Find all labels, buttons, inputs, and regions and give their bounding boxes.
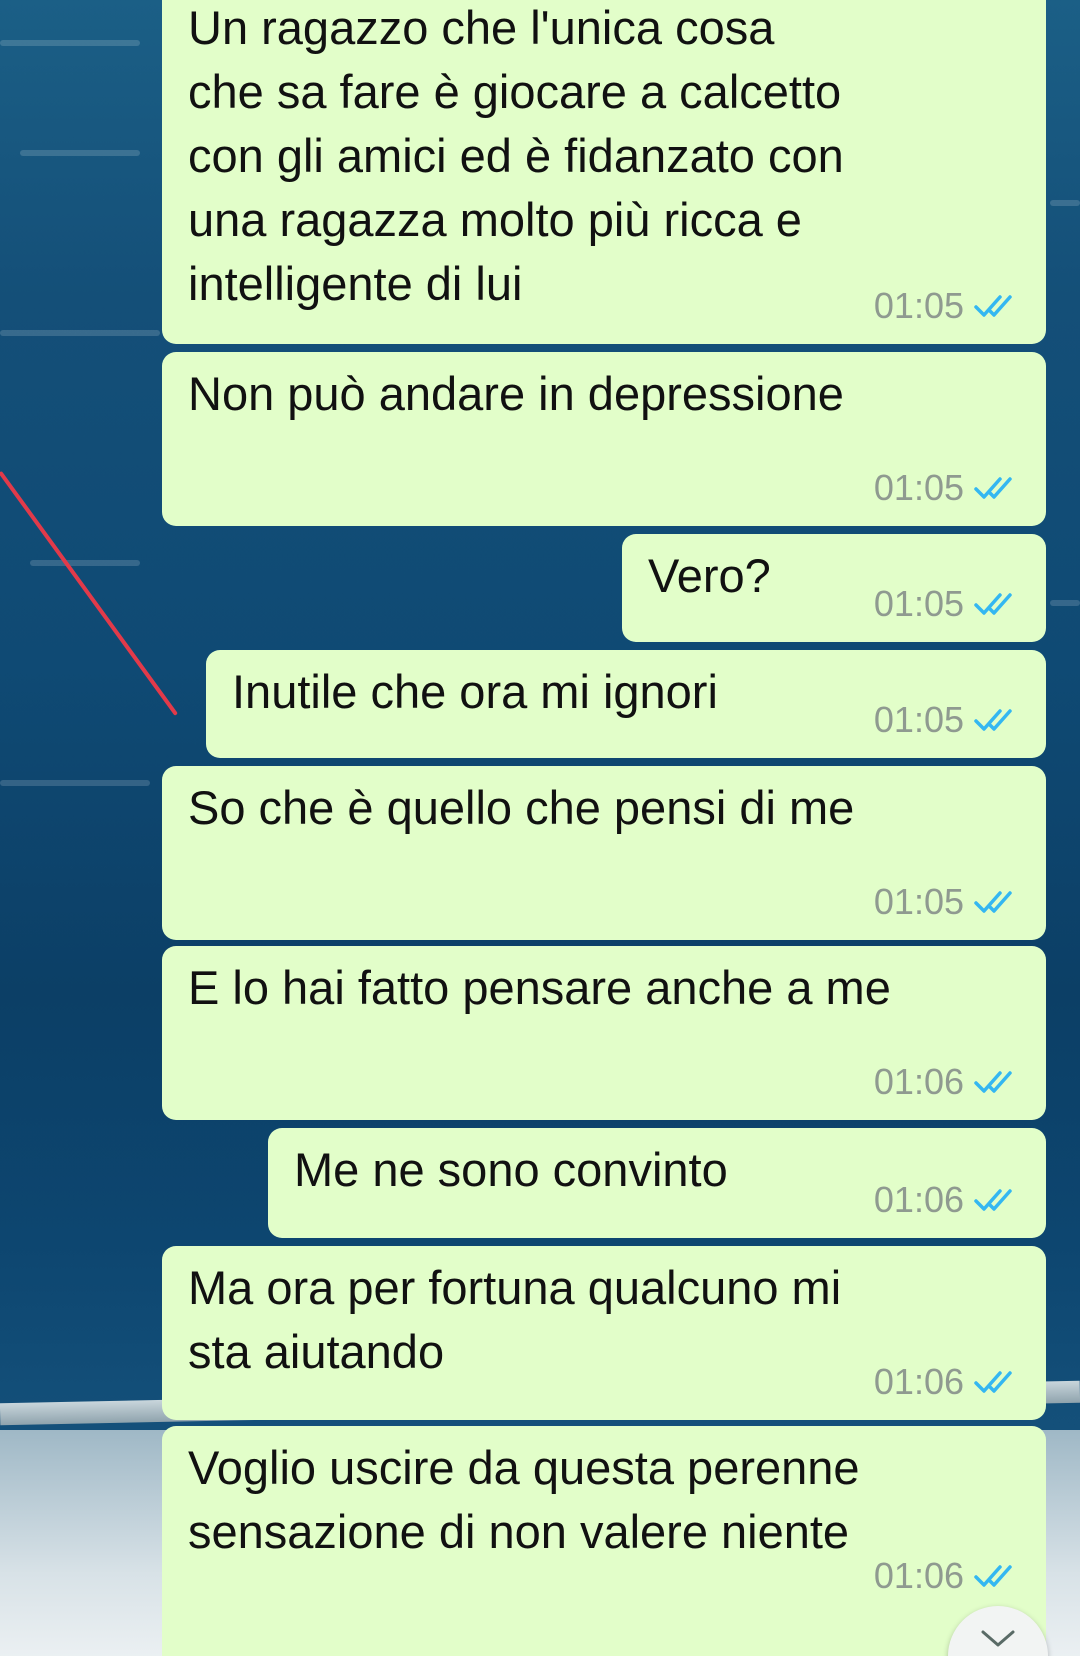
outgoing-message[interactable]: Inutile che ora mi ignori 01:05	[206, 650, 1046, 758]
message-text: So che è quello che pensi di me	[188, 781, 855, 834]
chevron-down-icon	[981, 1630, 1015, 1647]
message-list[interactable]: Un ragazzo che l'unica cosa che sa fare …	[0, 0, 1080, 1656]
outgoing-message[interactable]: Non può andare in depressione 01:05	[162, 352, 1046, 526]
message-meta: 01:05	[874, 700, 1024, 740]
message-time: 01:06	[873, 1179, 964, 1220]
message-meta: 01:05	[874, 882, 1024, 922]
message-text: Un ragazzo che l'unica cosa che sa fare …	[188, 1, 844, 310]
message-meta: 01:05	[874, 286, 1024, 326]
double-check-icon	[974, 709, 1012, 731]
message-text: E lo hai fatto pensare anche a me	[188, 961, 891, 1014]
double-check-icon	[974, 295, 1012, 317]
double-check-icon	[974, 891, 1012, 913]
message-time: 01:06	[873, 1061, 964, 1102]
double-check-icon	[974, 1565, 1012, 1587]
double-check-icon	[974, 477, 1012, 499]
message-text: Non può andare in depressione	[188, 367, 844, 420]
outgoing-message[interactable]: E lo hai fatto pensare anche a me 01:06	[162, 946, 1046, 1120]
message-time: 01:05	[873, 583, 964, 624]
outgoing-message[interactable]: Me ne sono convinto 01:06	[268, 1128, 1046, 1238]
message-time: 01:06	[873, 1361, 964, 1402]
message-time: 01:05	[873, 881, 964, 922]
double-check-icon	[974, 1189, 1012, 1211]
outgoing-message[interactable]: Un ragazzo che l'unica cosa che sa fare …	[162, 0, 1046, 344]
message-meta: 01:05	[874, 468, 1024, 508]
outgoing-message[interactable]: Voglio uscire da questa perenne sensazio…	[162, 1426, 1046, 1656]
message-time: 01:06	[873, 1555, 964, 1596]
message-meta: 01:06	[874, 1556, 1024, 1596]
outgoing-message[interactable]: Ma ora per fortuna qualcuno mi sta aiuta…	[162, 1246, 1046, 1420]
message-time: 01:05	[873, 285, 964, 326]
double-check-icon	[974, 1371, 1012, 1393]
message-meta: 01:06	[874, 1062, 1024, 1102]
double-check-icon	[974, 1071, 1012, 1093]
message-meta: 01:06	[874, 1180, 1024, 1220]
message-text: Voglio uscire da questa perenne sensazio…	[188, 1441, 860, 1558]
message-meta: 01:06	[874, 1362, 1024, 1402]
outgoing-message[interactable]: Vero? 01:05	[622, 534, 1046, 642]
message-time: 01:05	[873, 467, 964, 508]
message-time: 01:05	[873, 699, 964, 740]
double-check-icon	[974, 593, 1012, 615]
message-meta: 01:05	[874, 584, 1024, 624]
outgoing-message[interactable]: So che è quello che pensi di me 01:05	[162, 766, 1046, 940]
